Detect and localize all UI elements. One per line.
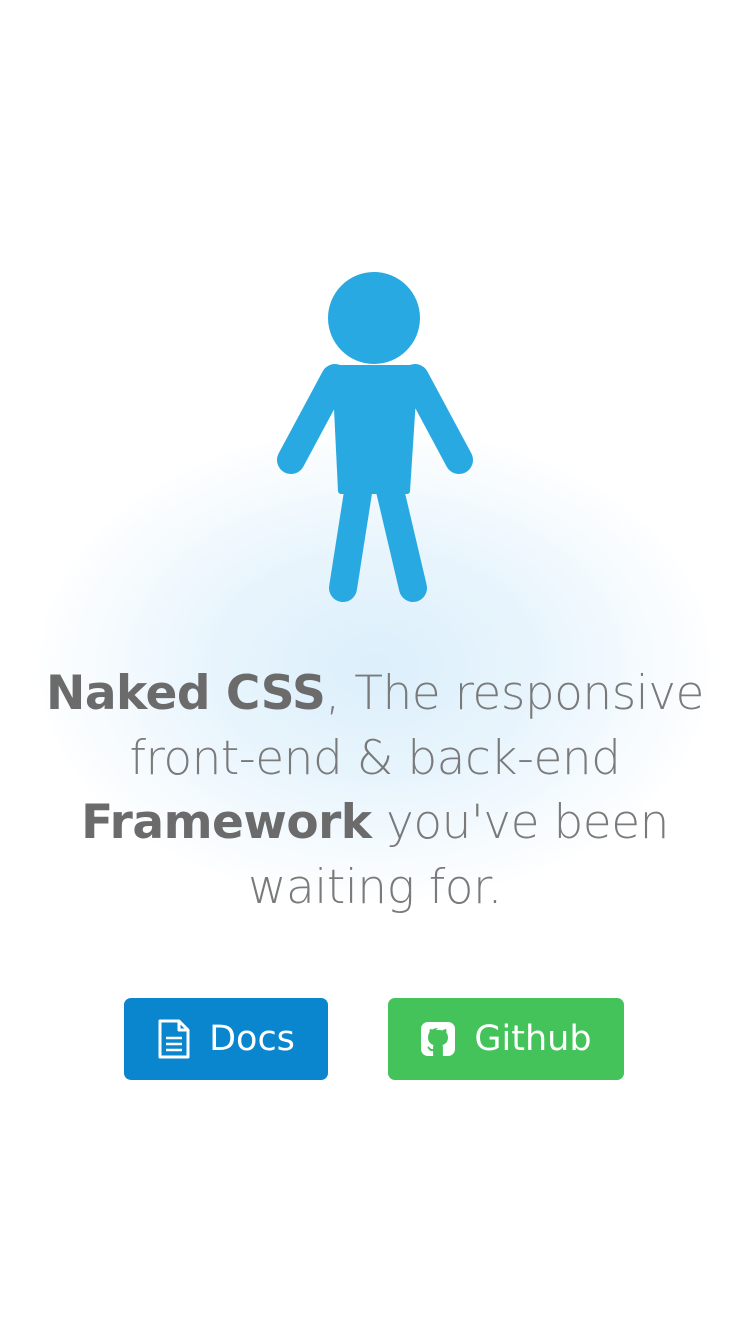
naked-figure-logo <box>277 272 473 602</box>
docs-button-label: Docs <box>209 1019 295 1059</box>
framework-emphasis: Framework <box>81 795 372 850</box>
docs-button[interactable]: Docs <box>124 998 328 1080</box>
tagline: Naked CSS, The responsive front-end & ba… <box>40 662 710 920</box>
github-button-label: Github <box>474 1019 592 1059</box>
brand-name: Naked CSS <box>46 666 326 721</box>
document-icon <box>157 1019 191 1059</box>
github-icon <box>420 1021 456 1057</box>
github-button[interactable]: Github <box>388 998 624 1080</box>
